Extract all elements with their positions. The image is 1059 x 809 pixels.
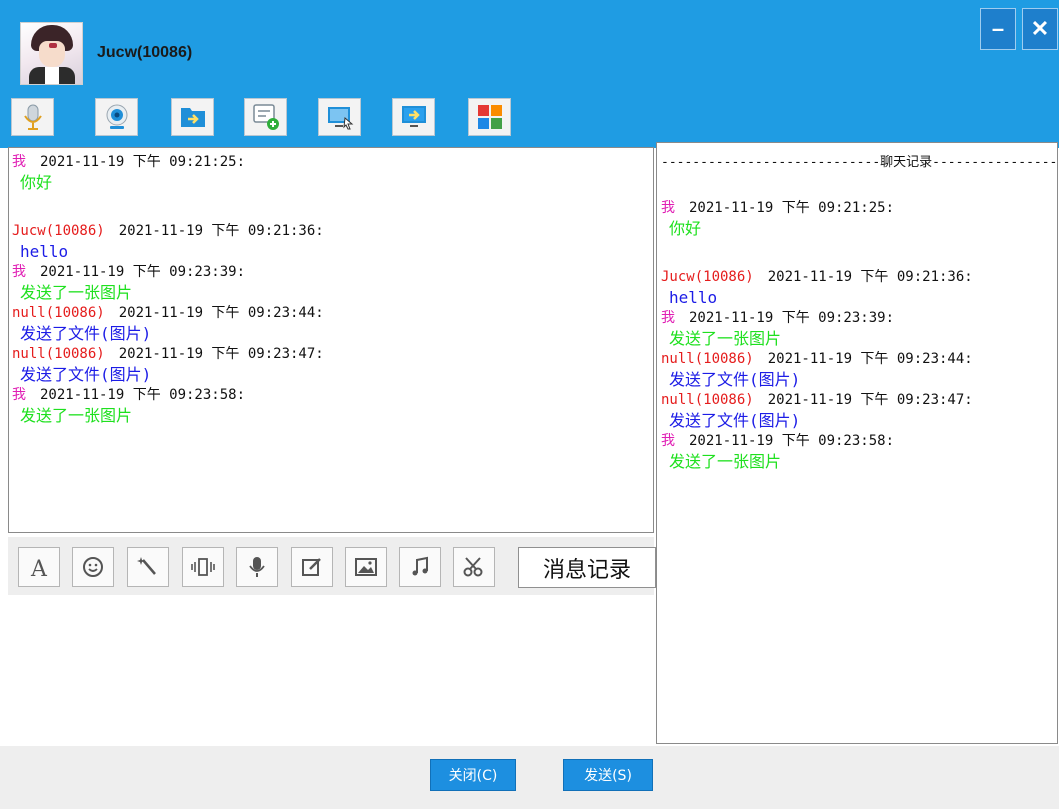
message-text: hello xyxy=(669,288,718,307)
message: 我 2021-11-19 下午 09:23:58: 发送了一张图片 xyxy=(12,386,653,427)
message-time: 2021-11-19 下午 09:23:47: xyxy=(767,392,973,408)
history-title: ----------------------------聊天记录--------… xyxy=(661,155,1058,170)
music-icon xyxy=(412,556,428,576)
emoji-icon xyxy=(83,557,103,577)
message-time: 2021-11-19 下午 09:21:36: xyxy=(118,223,324,239)
edit-button[interactable] xyxy=(291,547,333,587)
avatar[interactable] xyxy=(20,22,83,85)
screenshot-button[interactable] xyxy=(453,547,495,587)
message-time: 2021-11-19 下午 09:23:58: xyxy=(40,387,246,403)
title-bar: Jucw(10086) – ✕ xyxy=(0,0,1059,148)
minimize-button[interactable]: – xyxy=(980,8,1016,50)
send-file-button[interactable] xyxy=(171,98,214,136)
chat-history-pane[interactable]: ----------------------------聊天记录--------… xyxy=(656,142,1058,744)
message-time: 2021-11-19 下午 09:23:44: xyxy=(767,351,973,367)
emoji-button[interactable] xyxy=(72,547,114,587)
screen-share-icon xyxy=(401,106,426,127)
send-button[interactable]: 发送(S) xyxy=(563,759,653,791)
message-time: 2021-11-19 下午 09:23:39: xyxy=(689,310,895,326)
webcam-icon xyxy=(106,104,127,129)
microphone-icon xyxy=(23,104,42,130)
chat-messages-pane[interactable]: 我 2021-11-19 下午 09:21:25: 你好 Jucw(10086) 2… xyxy=(8,147,654,533)
image-icon xyxy=(355,558,377,576)
voice-call-button[interactable] xyxy=(11,98,54,136)
apps-button[interactable] xyxy=(468,98,511,136)
voice-icon xyxy=(249,557,265,577)
compose-toolbar: A 消息记录 xyxy=(8,537,656,595)
message-sender: 我 xyxy=(661,310,675,326)
message-text: 发送了一张图片 xyxy=(669,452,782,471)
message-sender: null(10086) xyxy=(661,392,754,408)
history-message: Jucw(10086) 2021-11-19 下午 09:21:36: hello xyxy=(661,268,1057,309)
font-icon: A xyxy=(30,557,48,580)
message-sender: 我 xyxy=(661,200,675,216)
voice-message-button[interactable] xyxy=(236,547,278,587)
history-message: 我 2021-11-19 下午 09:23:58: 发送了一张图片 xyxy=(661,432,1057,473)
message-sender: 我 xyxy=(12,154,26,170)
remote-assist-button[interactable] xyxy=(318,98,361,136)
add-chat-button[interactable] xyxy=(244,98,287,136)
send-file-icon xyxy=(180,108,205,127)
history-message: 我 2021-11-19 下午 09:23:39: 发送了一张图片 xyxy=(661,309,1057,350)
message-text: 发送了一张图片 xyxy=(20,283,133,302)
message-time: 2021-11-19 下午 09:21:36: xyxy=(767,269,973,285)
message-sender: 我 xyxy=(12,387,26,403)
message-text: 发送了文件(图片) xyxy=(669,411,801,430)
message-sender: Jucw(10086) xyxy=(12,223,105,239)
message-history-button[interactable]: 消息记录 xyxy=(518,547,656,588)
contact-name: Jucw(10086) xyxy=(97,44,193,61)
message-sender: Jucw(10086) xyxy=(661,269,754,285)
apps-grid-icon xyxy=(477,105,502,129)
magic-button[interactable] xyxy=(127,547,169,587)
message-time: 2021-11-19 下午 09:23:39: xyxy=(40,264,246,280)
message-sender: 我 xyxy=(661,433,675,449)
message-text: 你好 xyxy=(20,173,53,192)
magic-wand-icon xyxy=(137,557,156,575)
message-time: 2021-11-19 下午 09:23:58: xyxy=(689,433,895,449)
message: 我 2021-11-19 下午 09:21:25: 你好 xyxy=(12,153,653,194)
message-sender: null(10086) xyxy=(661,351,754,367)
history-message: null(10086) 2021-11-19 下午 09:23:44: 发送了文件… xyxy=(661,350,1057,391)
message-text: 发送了文件(图片) xyxy=(20,365,152,384)
message-time: 2021-11-19 下午 09:23:44: xyxy=(118,305,324,321)
top-toolbar xyxy=(0,98,600,138)
music-button[interactable] xyxy=(399,547,441,587)
message: null(10086) 2021-11-19 下午 09:23:47: 发送了文件… xyxy=(12,345,653,386)
history-message: null(10086) 2021-11-19 下午 09:23:47: 发送了文件… xyxy=(661,391,1057,432)
close-window-button[interactable]: ✕ xyxy=(1022,8,1058,50)
message-text: 发送了一张图片 xyxy=(669,329,782,348)
footer-bar: 关闭(C) 发送(S) xyxy=(0,746,1059,809)
image-button[interactable] xyxy=(345,547,387,587)
message-text: 发送了文件(图片) xyxy=(20,324,152,343)
message: null(10086) 2021-11-19 下午 09:23:44: 发送了文件… xyxy=(12,304,653,345)
add-chat-icon xyxy=(252,104,279,130)
message: Jucw(10086) 2021-11-19 下午 09:21:36: hello xyxy=(12,222,653,263)
edit-icon xyxy=(302,558,321,576)
message-sender: 我 xyxy=(12,264,26,280)
shake-icon xyxy=(191,558,215,576)
message-time: 2021-11-19 下午 09:23:47: xyxy=(118,346,324,362)
screen-share-button[interactable] xyxy=(392,98,435,136)
message-text: 发送了一张图片 xyxy=(20,406,133,425)
message-sender: null(10086) xyxy=(12,346,105,362)
svg-text:A: A xyxy=(30,557,48,580)
close-button[interactable]: 关闭(C) xyxy=(430,759,516,791)
message-text: 你好 xyxy=(669,219,702,238)
video-call-button[interactable] xyxy=(95,98,138,136)
message: 我 2021-11-19 下午 09:23:39: 发送了一张图片 xyxy=(12,263,653,304)
scissors-icon xyxy=(463,557,483,577)
remote-desktop-icon xyxy=(327,107,353,130)
message-sender: null(10086) xyxy=(12,305,105,321)
history-message: 我 2021-11-19 下午 09:21:25: 你好 xyxy=(661,199,1057,240)
message-time: 2021-11-19 下午 09:21:25: xyxy=(689,200,895,216)
message-time: 2021-11-19 下午 09:21:25: xyxy=(40,154,246,170)
message-text: hello xyxy=(20,242,69,261)
message-input[interactable] xyxy=(8,595,654,745)
shake-button[interactable] xyxy=(182,547,224,587)
message-text: 发送了文件(图片) xyxy=(669,370,801,389)
font-button[interactable]: A xyxy=(18,547,60,587)
